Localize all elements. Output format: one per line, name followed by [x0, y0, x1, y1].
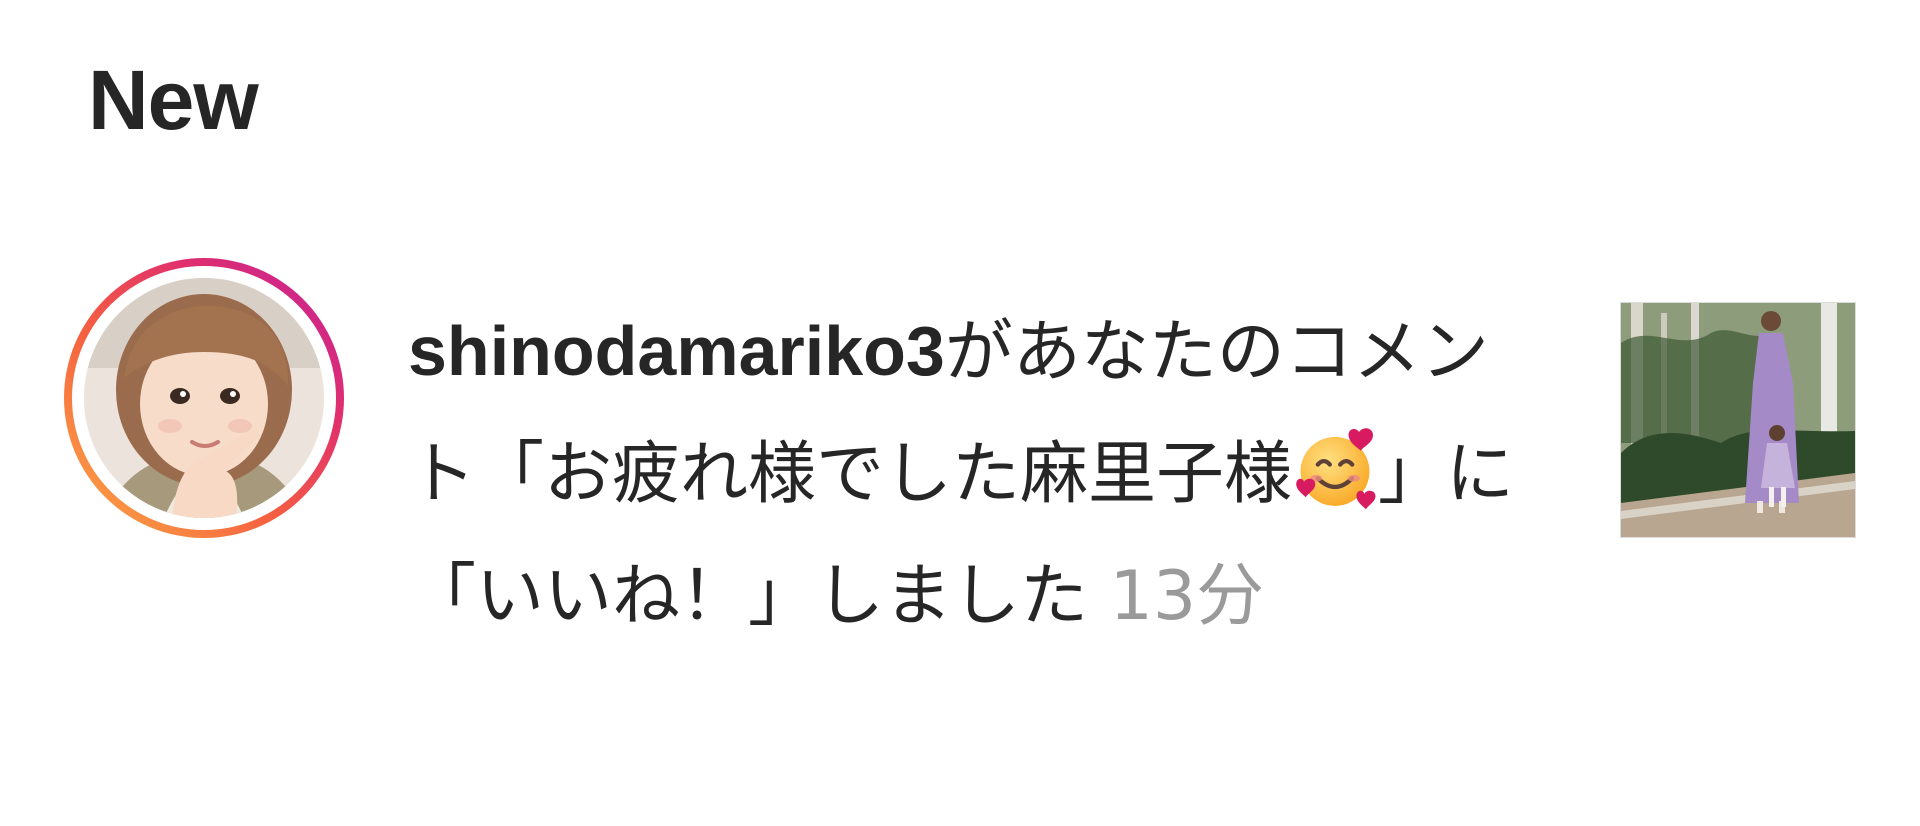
username-link[interactable]: shinodamariko3 [408, 312, 945, 390]
avatar-photo [84, 278, 324, 518]
avatar-border [72, 266, 336, 530]
avatar [84, 278, 324, 518]
smiling-face-with-hearts-emoji-icon [1296, 428, 1376, 510]
notification-row: shinodamariko3があなたのコメント「お疲れ様でした麻里子様 」に「い… [0, 0, 1920, 826]
story-ring-avatar[interactable] [64, 258, 344, 538]
post-thumbnail[interactable] [1620, 302, 1856, 538]
notification-text[interactable]: shinodamariko3があなたのコメント「お疲れ様でした麻里子様 」に「い… [408, 290, 1528, 658]
timestamp: 13分 [1109, 557, 1265, 636]
post-thumbnail-image [1621, 303, 1855, 537]
